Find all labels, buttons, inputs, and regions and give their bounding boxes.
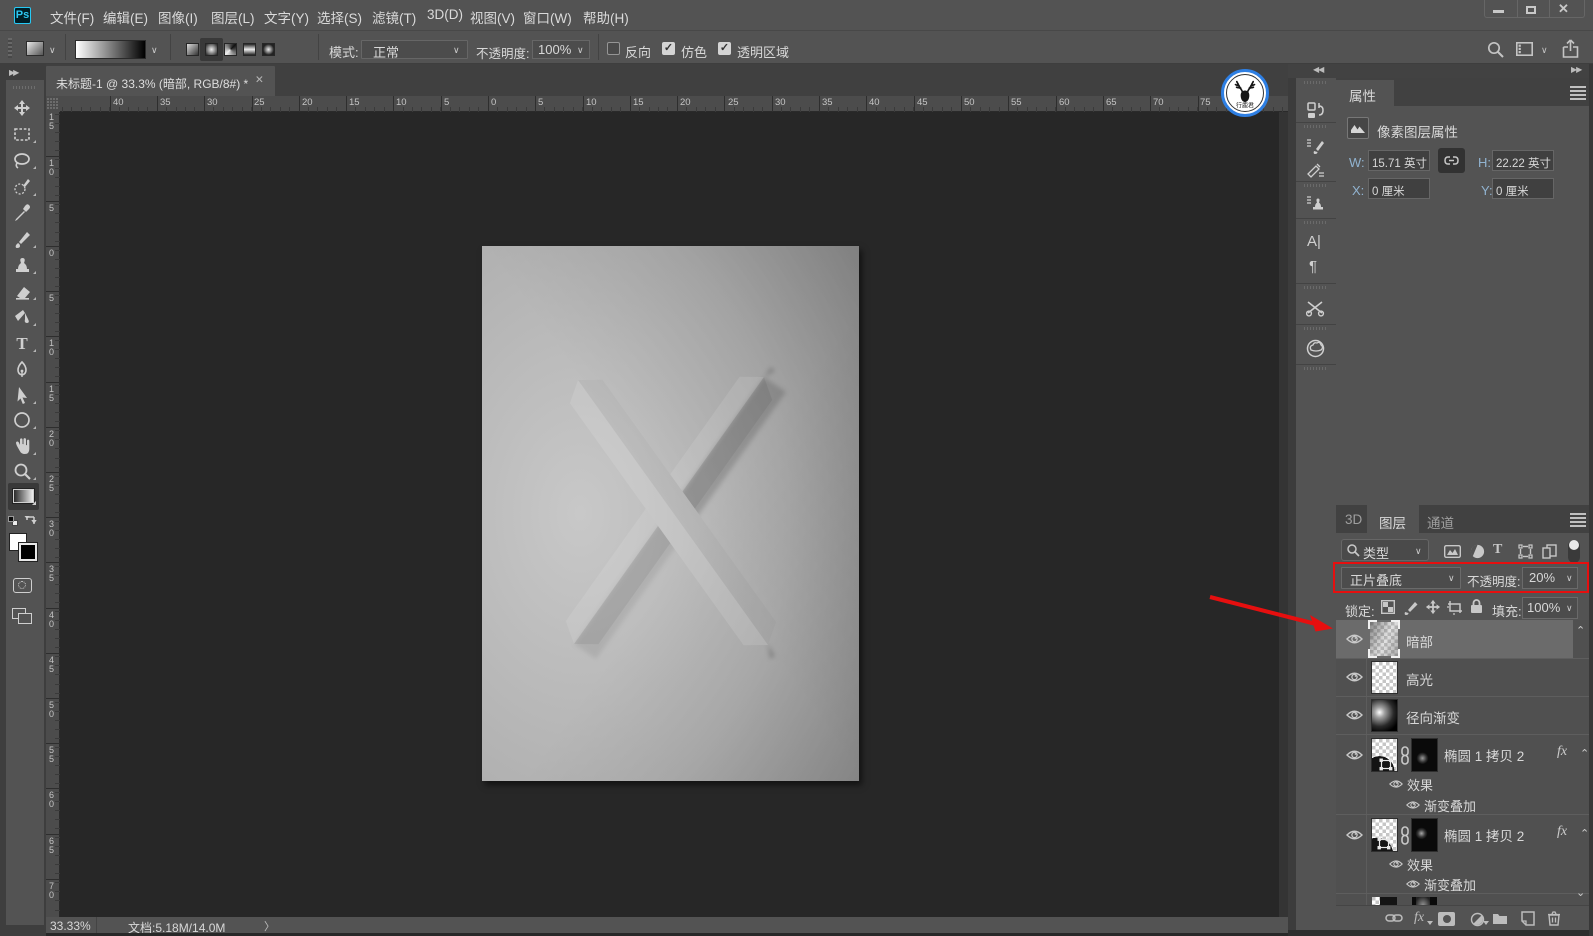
svg-text:行鹿君: 行鹿君 — [1236, 102, 1254, 110]
svg-text:T: T — [16, 334, 28, 352]
